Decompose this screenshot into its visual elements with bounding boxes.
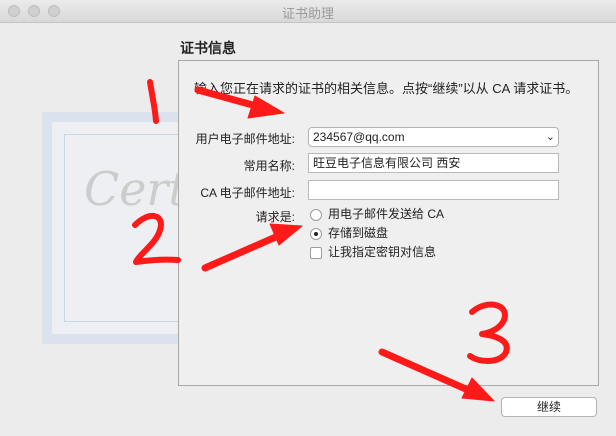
annotation-number-2	[132, 213, 181, 265]
annotation-arrow-2-shaft	[201, 232, 282, 272]
annotation-overlay	[132, 79, 510, 402]
annotation-arrow-3-head	[461, 377, 495, 402]
annotation-arrow-1-head	[247, 95, 285, 119]
annotation-number-3	[467, 301, 510, 364]
annotation-arrow-2-head	[269, 223, 303, 246]
annotation-arrow-1-shaft	[194, 86, 264, 111]
annotation-number-1	[147, 79, 159, 124]
certificate-assistant-window: 证书助理 Certified 证书信息 输入您正在请求的证书的相关信息。点按“继…	[0, 0, 616, 436]
annotation-arrow-3-shaft	[378, 348, 472, 394]
